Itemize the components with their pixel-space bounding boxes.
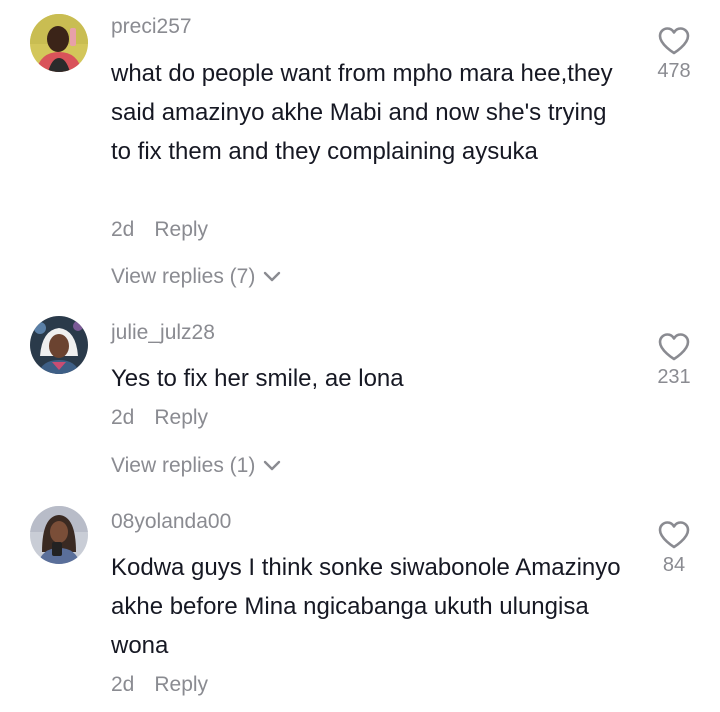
- like-control: 478: [648, 26, 700, 83]
- reply-button[interactable]: Reply: [154, 406, 208, 429]
- view-replies-button[interactable]: View replies (1): [111, 454, 281, 478]
- heart-outline-icon[interactable]: [657, 332, 691, 362]
- chevron-down-icon: [263, 272, 281, 282]
- chevron-down-icon: [263, 461, 281, 471]
- comment-text: Kodwa guys I think sonke siwabonole Amaz…: [111, 554, 621, 659]
- comment-meta: 2d Reply: [111, 218, 208, 242]
- comment-age: 2d: [111, 673, 135, 696]
- view-replies-button[interactable]: View replies (7): [111, 265, 281, 289]
- comment-meta: 2d Reply: [111, 673, 208, 697]
- comment-text: Yes to fix her smile, ae lona: [111, 365, 404, 392]
- heart-outline-icon[interactable]: [657, 520, 691, 550]
- avatar[interactable]: [30, 14, 88, 72]
- heart-outline-icon[interactable]: [657, 26, 691, 56]
- comment-username[interactable]: preci257: [111, 15, 192, 39]
- like-count: 478: [657, 60, 691, 82]
- comment-text: what do people want from mpho mara hee,t…: [111, 60, 613, 165]
- view-replies-label: View replies (1): [111, 454, 256, 477]
- comment-age: 2d: [111, 406, 135, 429]
- comment-username[interactable]: 08yolanda00: [111, 510, 231, 534]
- reply-button[interactable]: Reply: [154, 218, 208, 241]
- like-count: 231: [657, 366, 691, 388]
- comment-meta: 2d Reply: [111, 406, 208, 430]
- avatar[interactable]: [30, 506, 88, 564]
- like-control: 84: [648, 520, 700, 577]
- like-control: 231: [648, 332, 700, 389]
- like-count: 84: [662, 554, 686, 576]
- avatar[interactable]: [30, 316, 88, 374]
- comment-username[interactable]: julie_julz28: [111, 321, 215, 345]
- view-replies-label: View replies (7): [111, 265, 256, 288]
- reply-button[interactable]: Reply: [154, 673, 208, 696]
- comment-age: 2d: [111, 218, 135, 241]
